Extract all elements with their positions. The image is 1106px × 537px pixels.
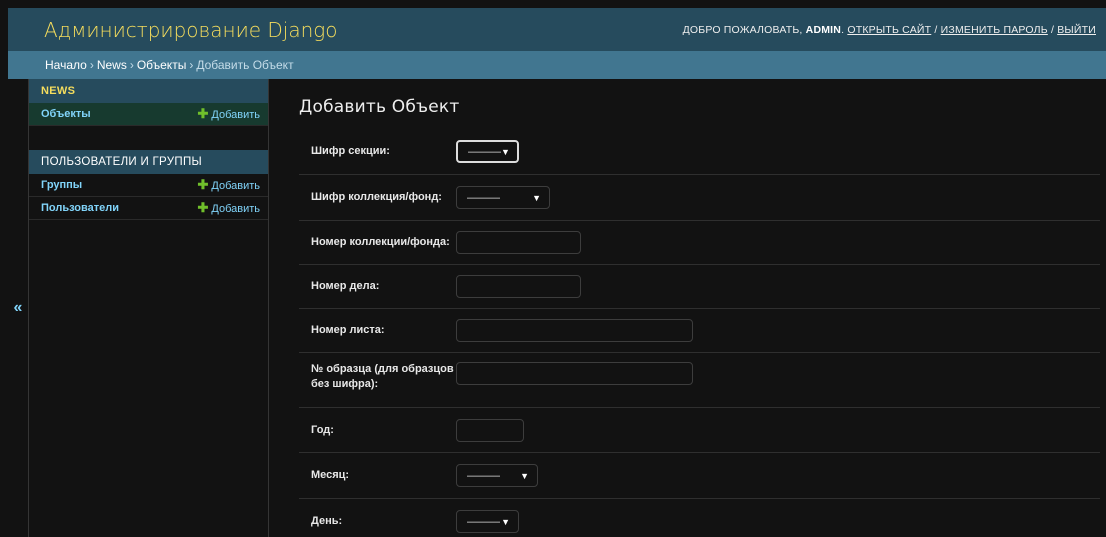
view-site-link[interactable]: ОТКРЫТЬ САЙТ xyxy=(847,24,931,36)
collection-code-select[interactable]: ——— ▼ xyxy=(456,186,550,209)
form-row-day: День: ——— ▼ xyxy=(299,499,1100,537)
field-label: Номер дела: xyxy=(311,280,380,292)
select-value: ——— xyxy=(467,191,500,204)
add-user-link[interactable]: ✚ Добавить xyxy=(197,200,260,216)
breadcrumb-home[interactable]: Начало xyxy=(45,58,87,72)
field-label: День: xyxy=(311,515,343,527)
page-title: Добавить Объект xyxy=(299,97,460,117)
sidebar-item-groups: Группы ✚ Добавить xyxy=(29,174,268,197)
sidebar-model-link[interactable]: Группы xyxy=(41,179,82,191)
form-row-case-number: Номер дела: xyxy=(299,265,1100,309)
breadcrumb-separator: › xyxy=(129,58,134,72)
main-area: « NEWS Объекты ✚ Добавить ПОЛЬЗОВАТЕЛИ И … xyxy=(8,79,1106,537)
form-row-year: Год: xyxy=(299,408,1100,453)
day-select[interactable]: ——— ▼ xyxy=(456,510,519,533)
user-tools-separator: / xyxy=(934,23,938,36)
welcome-text: ДОБРО ПОЖАЛОВАТЬ, xyxy=(682,23,803,36)
user-tools-separator: / xyxy=(1050,23,1055,36)
plus-icon: ✚ xyxy=(197,200,209,215)
collection-number-field[interactable] xyxy=(456,231,581,254)
content: Добавить Объект Шифр секции: ——— ▼ Шифр … xyxy=(269,79,1106,537)
section-code-select[interactable]: ——— ▼ xyxy=(456,140,519,163)
chevron-down-icon: ▼ xyxy=(501,146,510,157)
add-label: Добавить xyxy=(211,109,260,121)
plus-icon: ✚ xyxy=(197,177,209,192)
logout-link[interactable]: ВЫЙТИ xyxy=(1057,24,1096,36)
sample-number-field[interactable] xyxy=(456,362,693,385)
form-row-sample-number: № образца (для образцов без шифра): xyxy=(299,353,1100,408)
field-label: Месяц: xyxy=(311,469,350,481)
add-object-link[interactable]: ✚ Добавить xyxy=(197,106,260,122)
site-name[interactable]: Администрирование Django xyxy=(44,18,338,42)
breadcrumb-separator: › xyxy=(89,58,94,72)
field-label: Номер листа: xyxy=(311,324,385,336)
sheet-number-field[interactable] xyxy=(456,319,693,342)
breadcrumb: Начало › News › Объекты › Добавить Объек… xyxy=(8,51,1106,79)
chevron-down-icon: ▼ xyxy=(520,470,529,481)
breadcrumb-model[interactable]: Объекты xyxy=(137,58,187,72)
select-value: ——— xyxy=(467,515,500,528)
form-row-collection-number: Номер коллекции/фонда: xyxy=(299,221,1100,265)
select-value: ——— xyxy=(468,145,501,158)
admin-page: Администрирование Django ДОБРО ПОЖАЛОВАТ… xyxy=(8,8,1106,537)
case-number-field[interactable] xyxy=(456,275,581,298)
username: ADMIN xyxy=(805,23,842,36)
sidebar-item-users: Пользователи ✚ Добавить xyxy=(29,197,268,220)
form-row-month: Месяц: ——— ▼ xyxy=(299,453,1100,499)
plus-icon: ✚ xyxy=(197,106,209,121)
form-row-collection-code: Шифр коллекция/фонд: ——— ▼ xyxy=(299,175,1100,221)
select-value: ——— xyxy=(467,469,500,482)
double-chevron-left-icon[interactable]: « xyxy=(8,79,29,537)
add-label: Добавить xyxy=(211,203,260,215)
sidebar: NEWS Объекты ✚ Добавить ПОЛЬЗОВАТЕЛИ И ГР… xyxy=(29,79,269,537)
breadcrumb-app[interactable]: News xyxy=(97,58,127,72)
form-row-sheet-number: Номер листа: xyxy=(299,309,1100,353)
add-group-link[interactable]: ✚ Добавить xyxy=(197,177,260,193)
field-label: Номер коллекции/фонда: xyxy=(311,236,450,248)
field-label: № образца (для образцов без шифра): xyxy=(311,363,454,390)
change-password-link[interactable]: ИЗМЕНИТЬ ПАРОЛЬ xyxy=(941,24,1048,36)
header: Администрирование Django ДОБРО ПОЖАЛОВАТ… xyxy=(8,8,1106,51)
app-caption-news[interactable]: NEWS xyxy=(29,79,268,103)
year-field[interactable] xyxy=(456,418,524,442)
chevron-down-icon: ▼ xyxy=(501,516,510,527)
breadcrumb-current: Добавить Объект xyxy=(196,58,294,72)
month-select[interactable]: ——— ▼ xyxy=(456,464,538,487)
add-label: Добавить xyxy=(211,180,260,192)
user-tools: ДОБРО ПОЖАЛОВАТЬ, ADMIN. ОТКРЫТЬ САЙТ / … xyxy=(682,23,1096,36)
sidebar-item-objects: Объекты ✚ Добавить xyxy=(29,103,268,126)
app-caption-auth[interactable]: ПОЛЬЗОВАТЕЛИ И ГРУППЫ xyxy=(29,150,268,174)
breadcrumb-separator: › xyxy=(189,58,194,72)
sidebar-model-link[interactable]: Объекты xyxy=(41,108,91,120)
sidebar-model-link[interactable]: Пользователи xyxy=(41,202,119,214)
chevron-down-icon: ▼ xyxy=(532,192,541,203)
field-label: Шифр секции: xyxy=(311,145,390,157)
form-row-section-code: Шифр секции: ——— ▼ xyxy=(299,129,1100,175)
field-label: Шифр коллекция/фонд: xyxy=(311,191,442,203)
field-label: Год: xyxy=(311,423,334,436)
